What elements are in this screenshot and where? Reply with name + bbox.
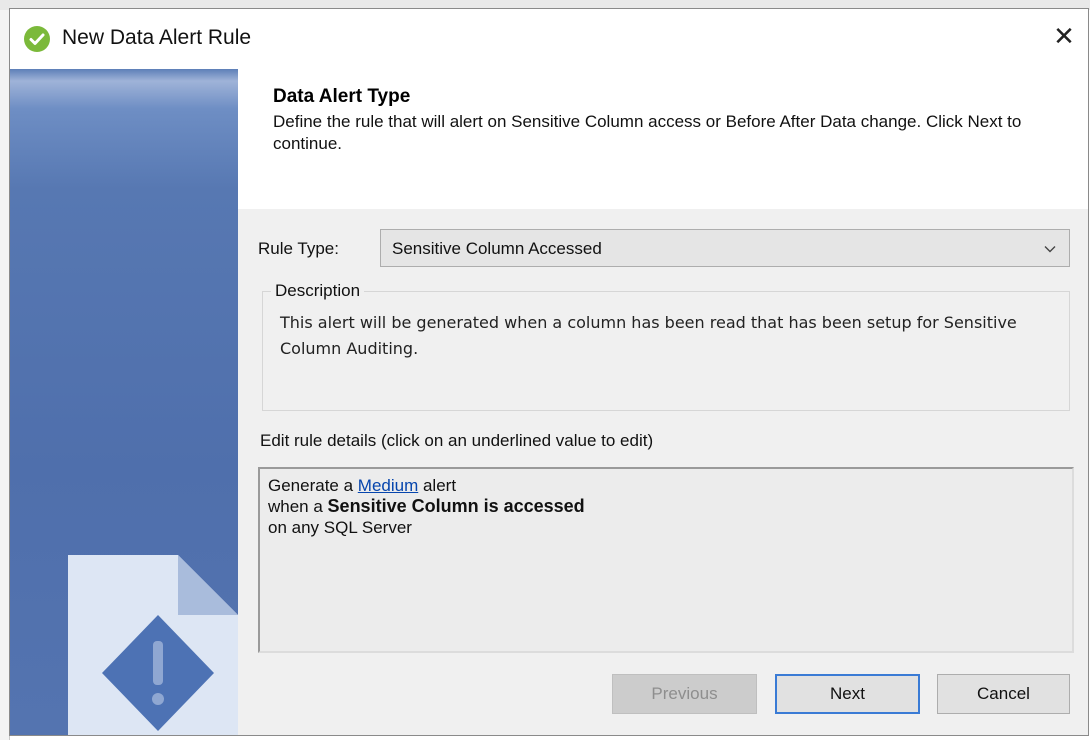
rule-text: Generate a <box>268 476 358 495</box>
description-group: Description This alert will be generated… <box>262 281 1070 411</box>
rule-line-condition: when a Sensitive Column is accessed <box>268 496 1064 517</box>
rule-line-severity: Generate a Medium alert <box>268 475 1064 496</box>
green-check-circle-icon <box>24 26 50 52</box>
rule-text: alert <box>418 476 457 495</box>
alert-document-icon <box>68 555 238 735</box>
rule-type-label: Rule Type: <box>258 239 339 258</box>
wizard-header: Data Alert Type Define the rule that wil… <box>238 69 1088 210</box>
step-title: Data Alert Type <box>273 86 411 107</box>
severity-link[interactable]: Medium <box>358 476 418 495</box>
wizard-content: Rule Type: Sensitive Column Accessed Des… <box>238 209 1088 735</box>
previous-button[interactable]: Previous <box>612 674 757 714</box>
edit-rule-details-label: Edit rule details (click on an underline… <box>260 431 654 450</box>
description-legend: Description <box>271 281 365 301</box>
window-title: New Data Alert Rule <box>62 26 252 49</box>
close-icon[interactable]: ✕ <box>1042 14 1086 58</box>
description-text: This alert will be generated when a colu… <box>280 313 1017 358</box>
step-description: Define the rule that will alert on Sensi… <box>273 112 1022 153</box>
chevron-down-icon <box>1044 246 1056 253</box>
rule-type-dropdown[interactable]: Sensitive Column Accessed <box>380 229 1070 267</box>
wizard-side-panel <box>10 69 238 735</box>
title-bar: New Data Alert Rule ✕ <box>10 9 1088 69</box>
cancel-button[interactable]: Cancel <box>937 674 1070 714</box>
rule-details-box: Generate a Medium alert when a Sensitive… <box>258 467 1074 653</box>
condition-bold-text: Sensitive Column is accessed <box>327 496 585 516</box>
rule-type-selected-value: Sensitive Column Accessed <box>392 239 602 258</box>
rule-text: when a <box>268 497 328 516</box>
next-button[interactable]: Next <box>775 674 920 714</box>
new-data-alert-rule-dialog: New Data Alert Rule ✕ Data Alert Type De… <box>9 8 1089 736</box>
rule-line-scope: on any SQL Server <box>268 518 412 537</box>
